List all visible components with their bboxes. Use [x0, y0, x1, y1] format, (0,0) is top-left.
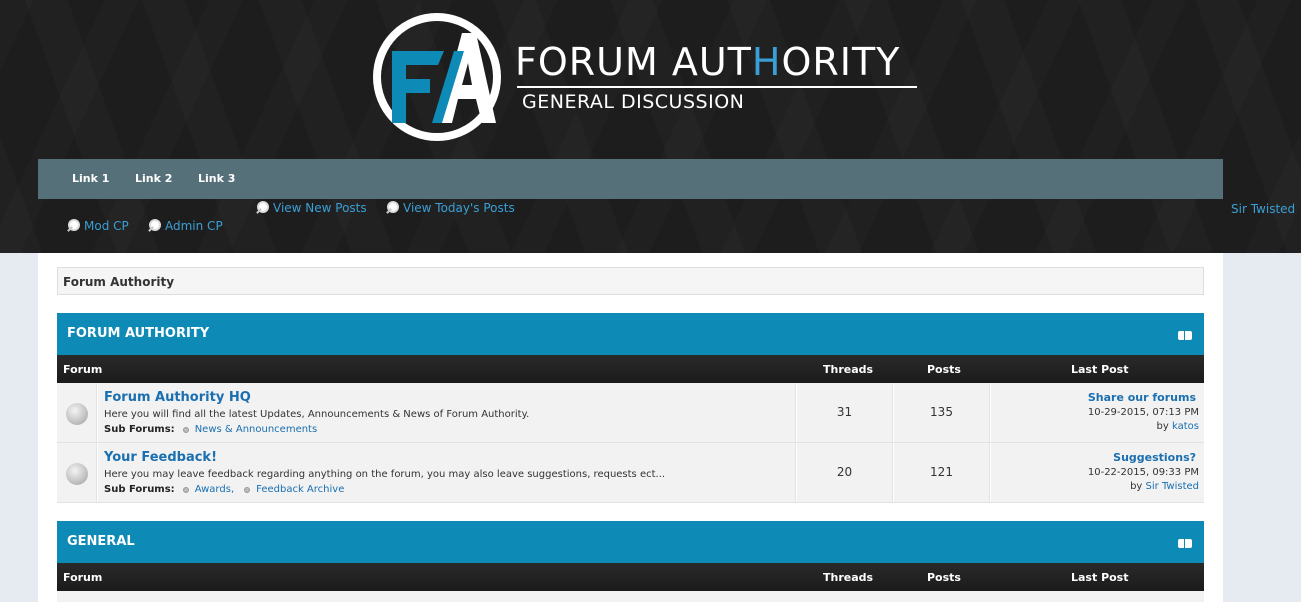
- subforum-link[interactable]: News & Announcements: [195, 424, 318, 435]
- magnifier-icon: [384, 201, 399, 215]
- last-post-date: 10-22-2015, 09:33 PM: [1087, 467, 1199, 478]
- last-post-title[interactable]: Suggestions?: [1113, 451, 1196, 464]
- admin-cp-link[interactable]: Admin CP: [146, 219, 223, 233]
- site-name: FORUM AUTHORITY: [515, 40, 901, 84]
- navbar: Link 1 Link 2 Link 3: [38, 159, 1223, 199]
- column-threads: Threads: [823, 363, 874, 376]
- forum-title[interactable]: Forum Authority HQ: [104, 390, 251, 405]
- subforum-link[interactable]: Awards: [195, 484, 231, 495]
- last-post-by: by katos: [1156, 421, 1199, 432]
- sub-forums-label: Sub Forums:: [104, 424, 175, 435]
- thread-count: 31: [836, 405, 853, 419]
- view-new-posts-label: View New Posts: [273, 201, 367, 215]
- admin-cp-label: Admin CP: [165, 219, 223, 233]
- forum-description: Here you may leave feedback regarding an…: [104, 469, 666, 480]
- column-forum: Forum: [63, 363, 103, 376]
- column-header-row: Forum Threads Posts Last Post: [57, 355, 1204, 383]
- site-subtitle: GENERAL DISCUSSION: [522, 91, 745, 113]
- mod-cp-label: Mod CP: [84, 219, 129, 233]
- category-forum-authority: FORUM AUTHORITY Forum Threads Posts Last…: [57, 313, 1204, 503]
- subforum-bullet-icon: [182, 486, 189, 493]
- collapse-icon[interactable]: [1178, 331, 1192, 340]
- magnifier-icon: [65, 219, 80, 233]
- magnifier-icon: [146, 219, 161, 233]
- forum-status-icon: [66, 463, 88, 485]
- collapse-icon[interactable]: [1178, 539, 1192, 548]
- last-post-user-link[interactable]: katos: [1172, 421, 1199, 432]
- category-header: GENERAL: [57, 521, 1204, 563]
- header: FORUM AUTHORITY GENERAL DISCUSSION Link …: [0, 0, 1301, 253]
- breadcrumb-label[interactable]: Forum Authority: [63, 275, 174, 289]
- category-title[interactable]: FORUM AUTHORITY: [67, 326, 209, 341]
- nav-link-1[interactable]: Link 1: [72, 172, 109, 185]
- view-todays-posts-label: View Today's Posts: [403, 201, 515, 215]
- category-title[interactable]: GENERAL: [67, 534, 135, 549]
- forum-row: Forum Authority HQ Here you will find al…: [57, 383, 1204, 443]
- last-post-title[interactable]: Share our forums: [1088, 391, 1196, 404]
- column-threads: Threads: [823, 571, 874, 584]
- last-post-date: 10-29-2015, 07:13 PM: [1087, 407, 1199, 418]
- view-new-posts-link[interactable]: View New Posts: [254, 201, 367, 215]
- category-general: GENERAL Forum Threads Posts Last Post: [57, 521, 1204, 602]
- forum-row: Your Feedback! Here you may leave feedba…: [57, 443, 1204, 503]
- column-last-post: Last Post: [1071, 571, 1129, 584]
- forum-authority-logo[interactable]: [372, 11, 502, 143]
- sub-forums: Sub Forums: News & Announcements: [104, 424, 317, 435]
- column-posts: Posts: [927, 363, 961, 376]
- post-count: 121: [930, 465, 953, 479]
- last-post-user-link[interactable]: Sir Twisted: [1146, 481, 1199, 492]
- column-forum: Forum: [63, 571, 103, 584]
- forum-title[interactable]: Your Feedback!: [104, 450, 217, 465]
- sub-forums: Sub Forums: Awards, Feedback Archive: [104, 484, 345, 495]
- subforum-bullet-icon: [182, 426, 189, 433]
- thread-count: 20: [836, 465, 853, 479]
- column-last-post: Last Post: [1071, 363, 1129, 376]
- breadcrumb: Forum Authority: [57, 267, 1204, 295]
- sub-forums-label: Sub Forums:: [104, 484, 175, 495]
- column-header-row: Forum Threads Posts Last Post: [57, 563, 1204, 591]
- site-name-divider: [517, 86, 917, 88]
- view-todays-posts-link[interactable]: View Today's Posts: [384, 201, 515, 215]
- forum-description: Here you will find all the latest Update…: [104, 409, 530, 420]
- subforum-link[interactable]: Feedback Archive: [256, 484, 344, 495]
- post-count: 135: [930, 405, 953, 419]
- column-posts: Posts: [927, 571, 961, 584]
- category-header: FORUM AUTHORITY: [57, 313, 1204, 355]
- nav-link-3[interactable]: Link 3: [198, 172, 235, 185]
- mod-cp-link[interactable]: Mod CP: [65, 219, 129, 233]
- forum-row: [57, 591, 1204, 602]
- user-link[interactable]: Sir Twisted: [1231, 202, 1295, 216]
- last-post-by: by Sir Twisted: [1130, 481, 1199, 492]
- magnifier-icon: [254, 201, 269, 215]
- forum-status-icon: [66, 403, 88, 425]
- subforum-bullet-icon: [244, 486, 251, 493]
- nav-link-2[interactable]: Link 2: [135, 172, 172, 185]
